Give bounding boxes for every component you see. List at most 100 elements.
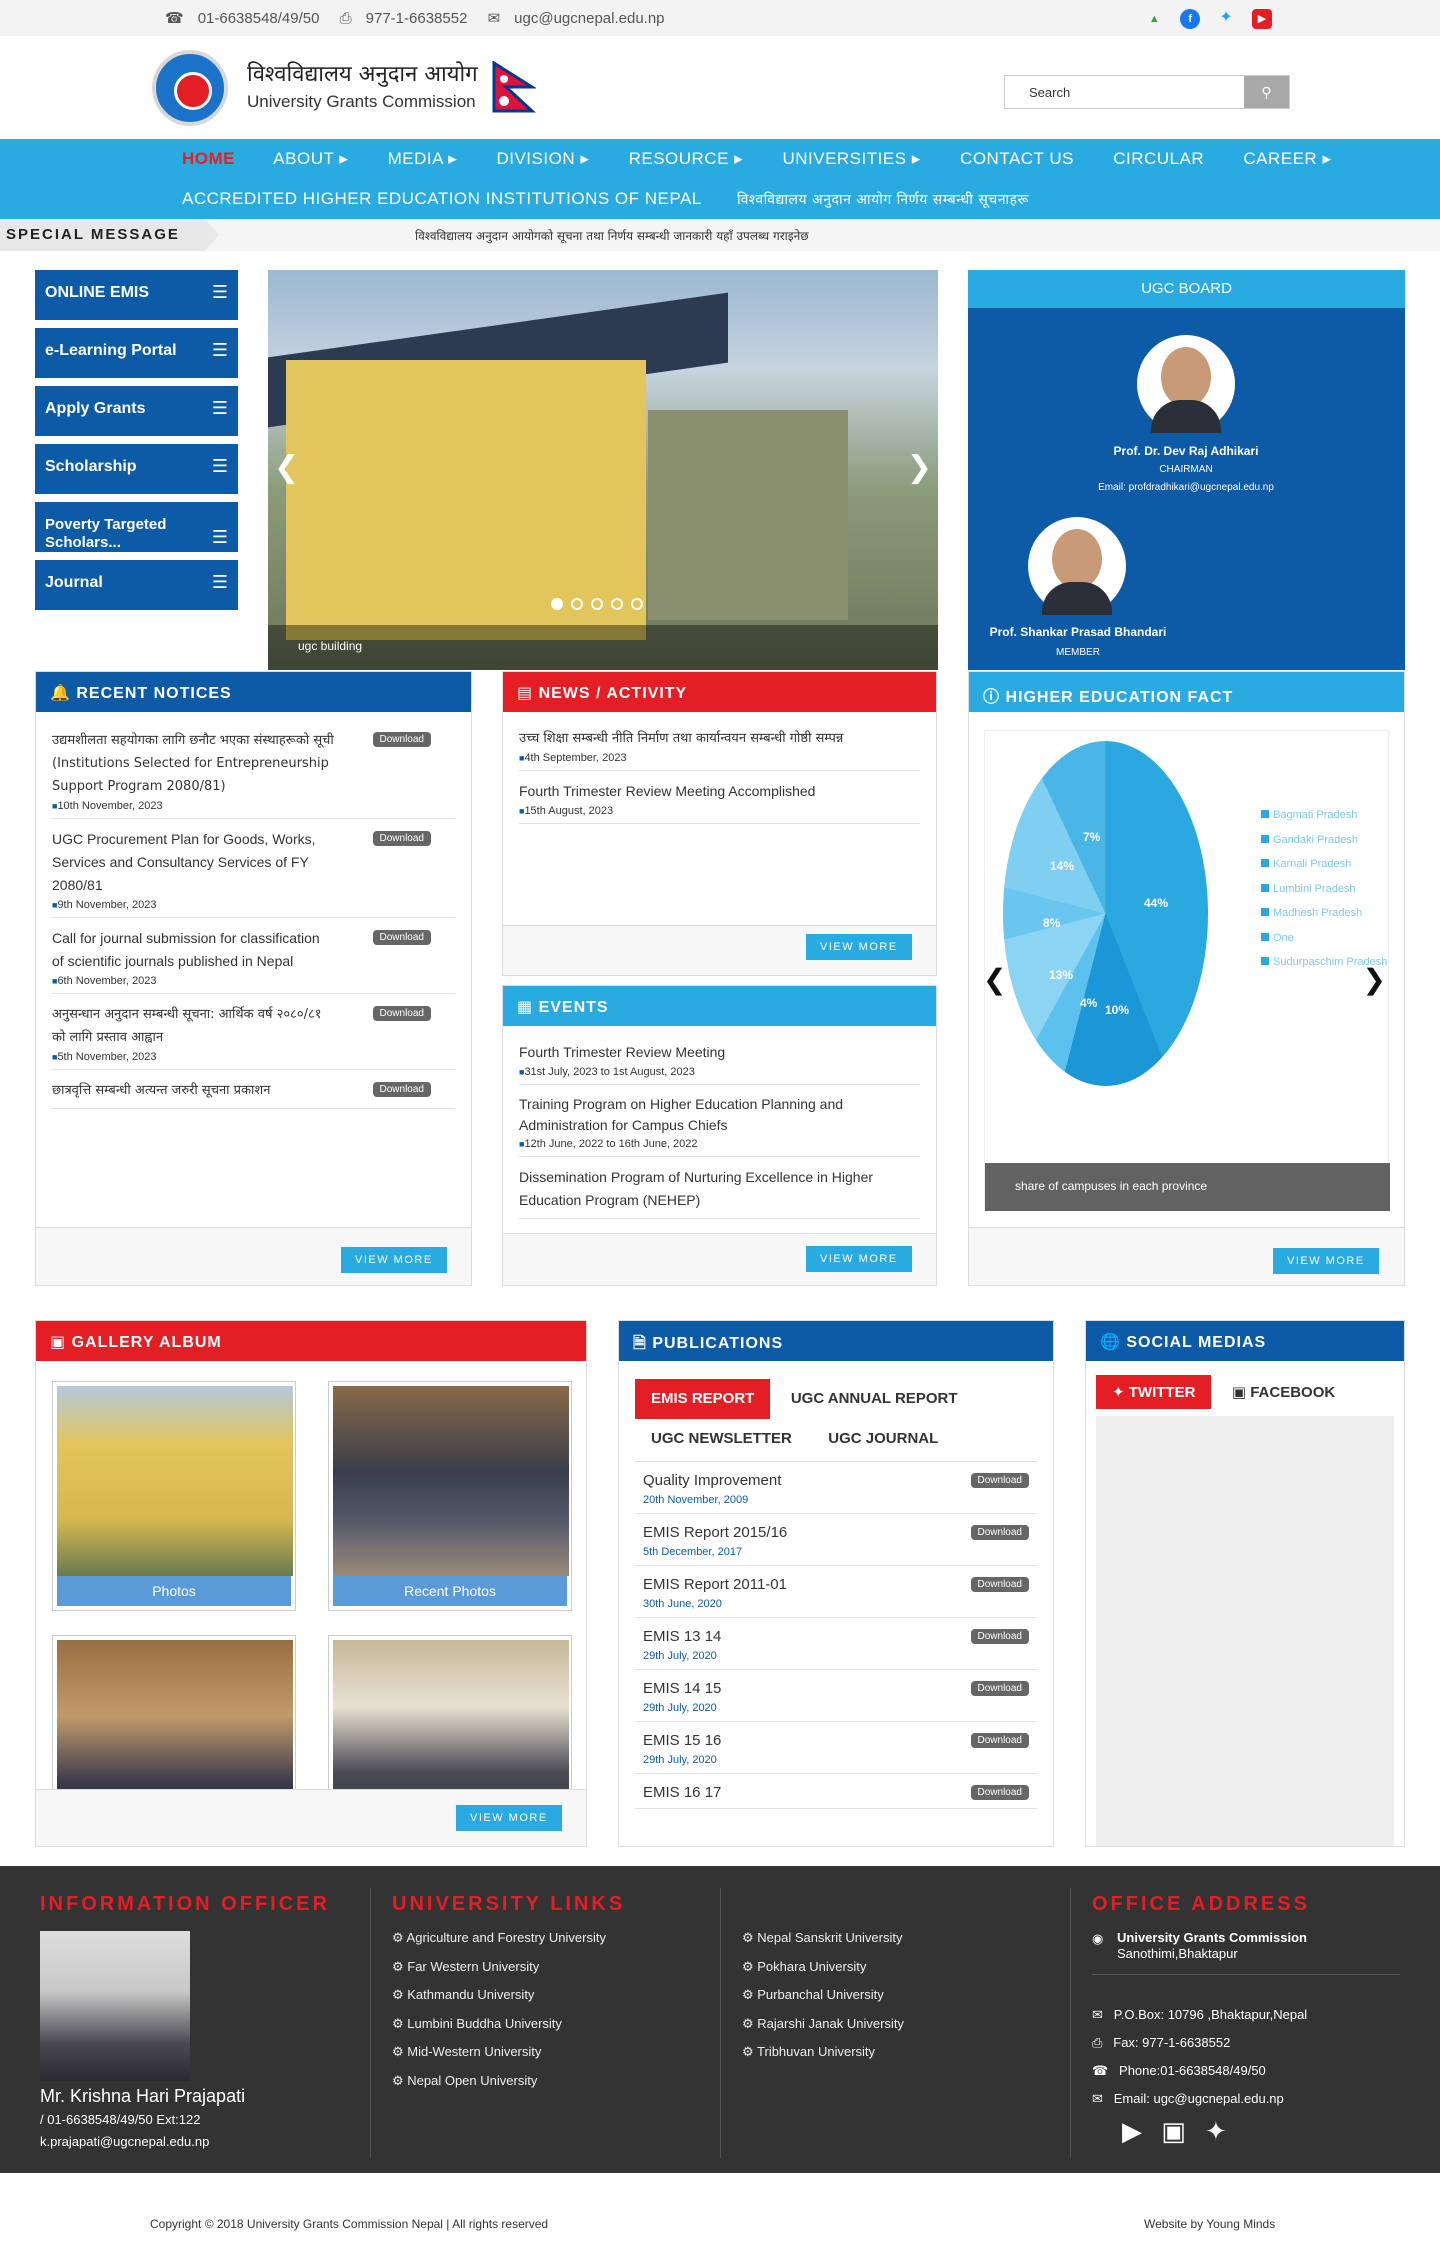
events-view-more-button[interactable]: VIEW MORE <box>806 1246 912 1272</box>
download-button[interactable]: Download <box>372 1082 431 1097</box>
university-link[interactable]: ⚙ Pokhara University <box>742 1953 904 1982</box>
news-item-title[interactable]: Fourth Trimester Review Meeting Accompli… <box>519 780 920 803</box>
gallery-view-more-button[interactable]: VIEW MORE <box>456 1805 562 1831</box>
facebook-icon[interactable]: ▣ <box>1161 2116 1186 2146</box>
gallery-album[interactable]: Recent Photos <box>328 1381 572 1611</box>
album-thumbnail[interactable] <box>57 1640 293 1794</box>
facebook-icon[interactable]: f <box>1180 9 1201 29</box>
gallery-album[interactable] <box>328 1635 572 1795</box>
university-link[interactable]: ⚙ Kathmandu University <box>392 1981 606 2010</box>
university-link[interactable]: ⚙ Lumbini Buddha University <box>392 2010 606 2039</box>
search-input[interactable]: Search <box>1029 85 1070 100</box>
social-feed[interactable] <box>1096 1416 1394 1846</box>
list-item[interactable]: Fourth Trimester Review Meeting 31st July… <box>519 1032 920 1085</box>
list-item[interactable]: EMIS Report 2011-01 30th June, 2020 Downlo… <box>635 1566 1037 1618</box>
top-email[interactable]: ugc@ugcnepal.edu.np <box>514 10 664 27</box>
list-item[interactable]: उद्यमशीलता सहयोगका लागि छनौट भएका संस्था… <box>52 720 455 819</box>
tab-newsletter[interactable]: UGC NEWSLETTER <box>635 1419 808 1459</box>
download-button[interactable]: Download <box>970 1629 1029 1644</box>
list-item[interactable]: Dissemination Program of Nurturing Excel… <box>519 1157 920 1219</box>
youtube-icon[interactable]: ▶ <box>1252 9 1272 29</box>
slider-prev-icon[interactable]: ❮ <box>274 450 299 485</box>
tab-twitter[interactable]: ✦ TWITTER <box>1096 1375 1212 1409</box>
download-button[interactable]: Download <box>970 1733 1029 1748</box>
notice-title[interactable]: उद्यमशीलता सहयोगका लागि छनौट भएका संस्था… <box>52 729 335 798</box>
search-button[interactable]: ⚲ <box>1244 76 1289 108</box>
fact-prev-icon[interactable]: ❮ <box>983 963 1006 996</box>
ugc-logo[interactable] <box>152 50 228 126</box>
nav-circular[interactable]: CIRCULAR <box>1113 149 1204 168</box>
sidebar-scholarship[interactable]: Scholarship ☰ <box>35 444 238 494</box>
news-item-title[interactable]: उच्च शिक्षा सम्बन्धी नीति निर्माण तथा का… <box>519 727 920 750</box>
fact-next-icon[interactable]: ❯ <box>1363 963 1386 996</box>
download-button[interactable]: Download <box>372 1006 431 1021</box>
nav-resource[interactable]: RESOURCE ▸ <box>629 149 744 168</box>
university-link[interactable]: ⚙ Nepal Sanskrit University <box>742 1924 904 1953</box>
list-item[interactable]: EMIS 15 16 29th July, 2020 Download <box>635 1722 1037 1774</box>
hero-slider[interactable]: ❮ ❯ ugc building <box>268 270 938 670</box>
album-caption[interactable]: Recent Photos <box>333 1576 567 1606</box>
tab-journal[interactable]: UGC JOURNAL <box>812 1419 954 1459</box>
sidebar-journal[interactable]: Journal ☰ <box>35 560 238 610</box>
event-title[interactable]: Fourth Trimester Review Meeting <box>519 1041 920 1064</box>
sidebar-apply-grants[interactable]: Apply Grants ☰ <box>35 386 238 436</box>
fact-view-more-button[interactable]: VIEW MORE <box>1273 1248 1379 1274</box>
notice-title[interactable]: UGC Procurement Plan for Goods, Works, S… <box>52 828 335 897</box>
slider-dots[interactable] <box>551 597 651 615</box>
tab-emis-report[interactable]: EMIS REPORT <box>635 1379 771 1419</box>
download-button[interactable]: Download <box>970 1473 1029 1488</box>
nav-decisions[interactable]: विश्वविद्यालय अनुदान आयोग निर्णय सम्बन्ध… <box>737 192 1029 208</box>
university-link[interactable]: ⚙ Far Western University <box>392 1953 606 1982</box>
notice-title[interactable]: Call for journal submission for classifi… <box>52 927 335 973</box>
list-item[interactable]: अनुसन्धान अनुदान सम्बन्धी सूचना: आर्थिक … <box>52 994 455 1070</box>
special-message-text[interactable]: विश्वविद्यालय अनुदान आयोगको सूचना तथा नि… <box>415 227 809 244</box>
youtube-icon[interactable]: ▶ <box>1122 2116 1142 2146</box>
android-icon[interactable]: ▲ <box>1144 9 1164 29</box>
nav-home[interactable]: HOME <box>182 149 235 168</box>
list-item[interactable]: EMIS 13 14 29th July, 2020 Download <box>635 1618 1037 1670</box>
nav-universities[interactable]: UNIVERSITIES ▸ <box>782 149 920 168</box>
list-item[interactable]: Call for journal submission for classifi… <box>52 918 455 994</box>
tab-annual-report[interactable]: UGC ANNUAL REPORT <box>775 1379 974 1419</box>
gallery-album[interactable] <box>52 1635 296 1795</box>
top-fax[interactable]: 977-1-6638552 <box>366 10 468 27</box>
download-button[interactable]: Download <box>970 1681 1029 1696</box>
album-caption[interactable]: Photos <box>57 1576 291 1606</box>
download-button[interactable]: Download <box>970 1577 1029 1592</box>
sidebar-elearning[interactable]: e-Learning Portal ☰ <box>35 328 238 378</box>
list-item[interactable]: Fourth Trimester Review Meeting Accompli… <box>519 771 920 824</box>
nav-contact[interactable]: CONTACT US <box>960 149 1074 168</box>
university-link[interactable]: ⚙ Rajarshi Janak University <box>742 2010 904 2039</box>
list-item[interactable]: EMIS 14 15 29th July, 2020 Download <box>635 1670 1037 1722</box>
album-thumbnail[interactable] <box>333 1386 569 1576</box>
album-thumbnail[interactable] <box>57 1386 293 1576</box>
list-item[interactable]: EMIS Report 2015/16 5th December, 2017 Dow… <box>635 1514 1037 1566</box>
twitter-icon[interactable]: ✦ <box>1216 8 1236 28</box>
university-link[interactable]: ⚙ Purbanchal University <box>742 1981 904 2010</box>
tab-facebook[interactable]: ▣ FACEBOOK <box>1216 1375 1351 1409</box>
university-link[interactable]: ⚙ Agriculture and Forestry University <box>392 1924 606 1953</box>
university-link[interactable]: ⚙ Mid-Western University <box>392 2038 606 2067</box>
sidebar-online-emis[interactable]: ONLINE EMIS ☰ <box>35 270 238 320</box>
download-button[interactable]: Download <box>970 1525 1029 1540</box>
top-phone[interactable]: 01-6638548/49/50 <box>198 10 320 27</box>
nav-accredited[interactable]: ACCREDITED HIGHER EDUCATION INSTITUTIONS… <box>182 189 702 208</box>
nav-about[interactable]: ABOUT ▸ <box>273 149 348 168</box>
nav-career[interactable]: CAREER ▸ <box>1243 149 1331 168</box>
slider-next-icon[interactable]: ❯ <box>907 450 932 485</box>
list-item[interactable]: Training Program on Higher Education Pla… <box>519 1085 920 1157</box>
university-link[interactable]: ⚙ Nepal Open University <box>392 2067 606 2096</box>
event-title[interactable]: Dissemination Program of Nurturing Excel… <box>519 1166 920 1212</box>
list-item[interactable]: Quality Improvement 20th November, 2009 Do… <box>635 1462 1037 1514</box>
list-item[interactable]: UGC Procurement Plan for Goods, Works, S… <box>52 819 455 918</box>
notices-view-more-button[interactable]: VIEW MORE <box>341 1247 447 1273</box>
officer-email[interactable]: k.prajapati@ugcnepal.edu.np <box>40 2134 209 2149</box>
list-item[interactable]: उच्च शिक्षा सम्बन्धी नीति निर्माण तथा का… <box>519 718 920 771</box>
list-item[interactable]: EMIS 16 17 Download <box>635 1774 1037 1809</box>
nav-division[interactable]: DIVISION ▸ <box>496 149 589 168</box>
download-button[interactable]: Download <box>372 732 431 747</box>
gallery-album[interactable]: Photos <box>52 1381 296 1611</box>
album-thumbnail[interactable] <box>333 1640 569 1794</box>
list-item[interactable]: छात्रवृत्ति सम्बन्धी अत्यन्त जरुरी सूचना… <box>52 1070 455 1109</box>
twitter-icon[interactable]: ✦ <box>1205 2116 1227 2146</box>
